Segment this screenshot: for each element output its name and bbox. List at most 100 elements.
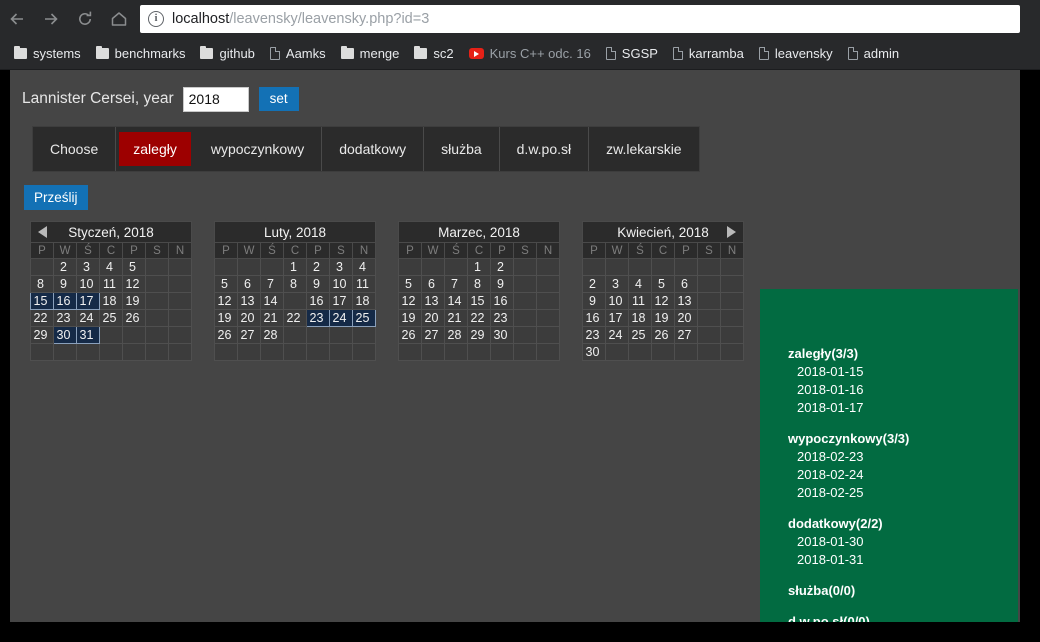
- calendar-day-cell[interactable]: 16: [582, 309, 606, 327]
- tab-wypoczynkowy[interactable]: wypoczynkowy: [194, 127, 323, 171]
- forward-button[interactable]: [34, 0, 68, 38]
- calendar-day-cell[interactable]: 12: [398, 292, 422, 310]
- calendar-day-cell[interactable]: 13: [421, 292, 445, 310]
- next-month-arrow-icon[interactable]: [727, 226, 736, 238]
- calendar-day-cell[interactable]: 26: [398, 326, 422, 344]
- calendar-day-cell[interactable]: 30: [582, 343, 606, 361]
- calendar-day-cell[interactable]: 7: [444, 275, 468, 293]
- tab-zaleg-y[interactable]: zaległy: [119, 132, 191, 166]
- calendar-day-cell[interactable]: 26: [122, 309, 146, 327]
- calendar-day-cell[interactable]: 22: [283, 309, 307, 327]
- calendar-day-cell[interactable]: 14: [260, 292, 284, 310]
- calendar-day-cell[interactable]: 1: [467, 258, 491, 276]
- calendar-day-cell[interactable]: 26: [651, 326, 675, 344]
- calendar-day-cell[interactable]: 27: [421, 326, 445, 344]
- calendar-day-cell[interactable]: 19: [651, 309, 675, 327]
- tab-zw-lekarskie[interactable]: zw.lekarskie: [589, 127, 698, 171]
- calendar-day-cell[interactable]: 11: [99, 275, 123, 293]
- calendar-day-cell[interactable]: 24: [329, 309, 353, 327]
- calendar-day-cell[interactable]: 16: [306, 292, 330, 310]
- bookmark-item[interactable]: Kurs C++ odc. 16: [468, 46, 591, 61]
- calendar-day-cell[interactable]: 20: [674, 309, 698, 327]
- calendar-day-cell[interactable]: 5: [651, 275, 675, 293]
- prev-month-arrow-icon[interactable]: [38, 226, 47, 238]
- calendar-day-cell[interactable]: 30: [53, 326, 77, 344]
- submit-button[interactable]: Prześlij: [24, 185, 88, 210]
- calendar-day-cell[interactable]: 15: [30, 292, 54, 310]
- calendar-day-cell[interactable]: 19: [214, 309, 238, 327]
- calendar-day-cell[interactable]: 19: [122, 292, 146, 310]
- bookmark-item[interactable]: menge: [340, 45, 399, 61]
- calendar-day-cell[interactable]: 21: [260, 309, 284, 327]
- calendar-day-cell[interactable]: 23: [306, 309, 330, 327]
- calendar-day-cell[interactable]: 14: [444, 292, 468, 310]
- calendar-day-cell[interactable]: 12: [214, 292, 238, 310]
- calendar-day-cell[interactable]: 17: [605, 309, 629, 327]
- calendar-day-cell[interactable]: 4: [99, 258, 123, 276]
- calendar-day-cell[interactable]: 17: [76, 292, 100, 310]
- calendar-day-cell[interactable]: 23: [582, 326, 606, 344]
- year-input[interactable]: [182, 86, 249, 112]
- bookmark-item[interactable]: benchmarks: [95, 45, 185, 61]
- calendar-day-cell[interactable]: 21: [444, 309, 468, 327]
- calendar-day-cell[interactable]: 26: [214, 326, 238, 344]
- calendar-day-cell[interactable]: 6: [237, 275, 261, 293]
- calendar-day-cell[interactable]: 9: [490, 275, 514, 293]
- calendar-day-cell[interactable]: 23: [490, 309, 514, 327]
- calendar-day-cell[interactable]: 2: [53, 258, 77, 276]
- calendar-day-cell[interactable]: 25: [628, 326, 652, 344]
- calendar-day-cell[interactable]: 25: [352, 309, 376, 327]
- calendar-day-cell[interactable]: 11: [352, 275, 376, 293]
- calendar-day-cell[interactable]: 18: [352, 292, 376, 310]
- calendar-day-cell[interactable]: 10: [329, 275, 353, 293]
- bookmark-item[interactable]: github: [200, 45, 255, 61]
- home-button[interactable]: [102, 0, 136, 38]
- address-bar[interactable]: i localhost/leavensky/leavensky.php?id=3: [140, 5, 1020, 33]
- calendar-day-cell[interactable]: 3: [76, 258, 100, 276]
- bookmark-item[interactable]: karramba: [672, 46, 744, 61]
- calendar-day-cell[interactable]: 5: [214, 275, 238, 293]
- bookmark-item[interactable]: SGSP: [605, 46, 658, 61]
- calendar-day-cell[interactable]: 13: [674, 292, 698, 310]
- calendar-day-cell[interactable]: 28: [260, 326, 284, 344]
- calendar-day-cell[interactable]: 18: [628, 309, 652, 327]
- calendar-day-cell[interactable]: 29: [467, 326, 491, 344]
- calendar-day-cell[interactable]: 6: [421, 275, 445, 293]
- calendar-day-cell[interactable]: 3: [329, 258, 353, 276]
- calendar-day-cell[interactable]: 10: [76, 275, 100, 293]
- bookmark-item[interactable]: Aamks: [269, 46, 326, 61]
- calendar-day-cell[interactable]: 10: [605, 292, 629, 310]
- calendar-day-cell[interactable]: 1: [283, 258, 307, 276]
- back-button[interactable]: [0, 0, 34, 38]
- calendar-day-cell[interactable]: 19: [398, 309, 422, 327]
- calendar-day-cell[interactable]: 25: [99, 309, 123, 327]
- calendar-day-cell[interactable]: 11: [628, 292, 652, 310]
- calendar-day-cell[interactable]: 27: [674, 326, 698, 344]
- calendar-day-cell[interactable]: 7: [260, 275, 284, 293]
- site-info-icon[interactable]: i: [148, 11, 164, 27]
- calendar-day-cell[interactable]: 8: [30, 275, 54, 293]
- calendar-day-cell[interactable]: 6: [674, 275, 698, 293]
- tab-d-w-po-s-[interactable]: d.w.po.sł: [500, 127, 590, 171]
- calendar-day-cell[interactable]: 9: [53, 275, 77, 293]
- calendar-day-cell[interactable]: 2: [490, 258, 514, 276]
- calendar-day-cell[interactable]: 4: [628, 275, 652, 293]
- calendar-day-cell[interactable]: 16: [490, 292, 514, 310]
- calendar-day-cell[interactable]: 15: [467, 292, 491, 310]
- calendar-day-cell[interactable]: 22: [30, 309, 54, 327]
- calendar-day-cell[interactable]: 24: [76, 309, 100, 327]
- calendar-day-cell[interactable]: 12: [122, 275, 146, 293]
- set-year-button[interactable]: set: [258, 87, 299, 111]
- calendar-day-cell[interactable]: 5: [398, 275, 422, 293]
- calendar-day-cell[interactable]: 3: [605, 275, 629, 293]
- bookmark-item[interactable]: sc2: [414, 45, 454, 61]
- calendar-day-cell[interactable]: 2: [306, 258, 330, 276]
- calendar-day-cell[interactable]: 13: [237, 292, 261, 310]
- tab-dodatkowy[interactable]: dodatkowy: [322, 127, 425, 171]
- calendar-day-cell[interactable]: 16: [53, 292, 77, 310]
- calendar-day-cell[interactable]: 23: [53, 309, 77, 327]
- calendar-day-cell[interactable]: 9: [582, 292, 606, 310]
- calendar-day-cell[interactable]: 29: [30, 326, 54, 344]
- reload-button[interactable]: [68, 0, 102, 38]
- calendar-day-cell[interactable]: 2: [582, 275, 606, 293]
